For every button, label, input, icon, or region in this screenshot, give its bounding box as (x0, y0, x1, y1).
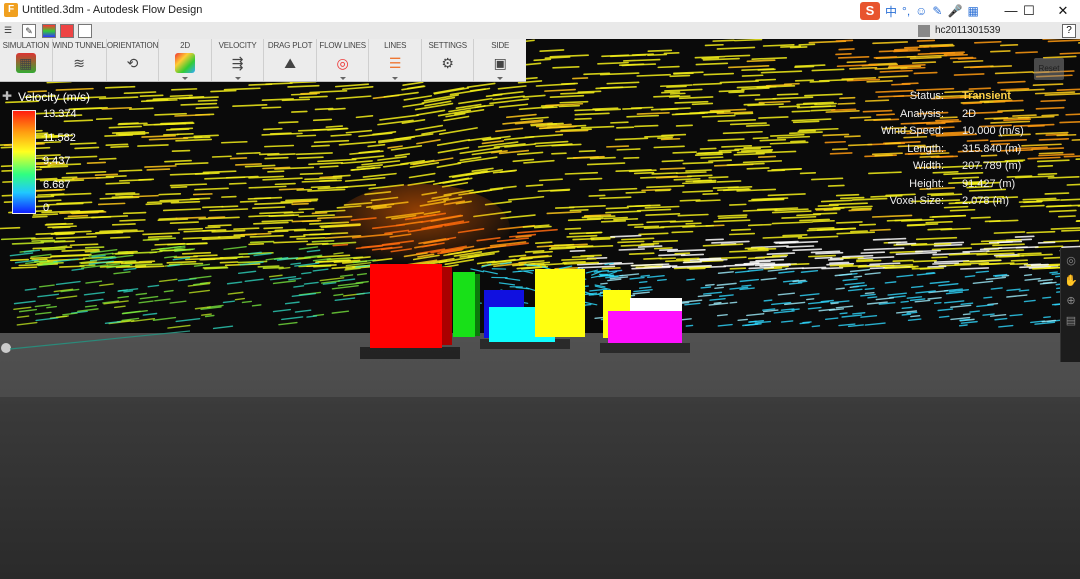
chart-icon[interactable] (60, 24, 74, 38)
side-view-icon: ▣ (493, 55, 507, 71)
fit-icon[interactable]: ▤ (1064, 314, 1078, 328)
velocity-tool[interactable]: VELOCITY ⇶ (212, 39, 265, 81)
ime-handwrite-icon[interactable]: ✎ (932, 4, 942, 18)
2d-tool[interactable]: 2D (159, 39, 212, 81)
legend-title: Velocity (m/s) (18, 90, 91, 104)
height-label: Height: (909, 178, 944, 190)
lines-tool[interactable]: LINES ☰ (369, 39, 422, 81)
legend-tick: 9.437 (43, 155, 71, 167)
color-icon[interactable] (42, 24, 56, 38)
lines-icon: ☰ (388, 55, 402, 71)
orientation-tool[interactable]: ORIENTATION ⟲ (107, 39, 160, 81)
ime-chinese-icon[interactable]: 中 (885, 3, 897, 20)
length-value: 315.840 (m) (962, 143, 1022, 155)
legend-tick: 11.582 (43, 132, 76, 144)
voxel-size-value: 2.078 (m) (962, 195, 1010, 207)
menu-icon[interactable]: ☰ (2, 24, 14, 36)
velocity-colorbar (12, 110, 36, 214)
ime-toolbar: S 中 °, ☺ ✎ 🎤 ▦ (860, 1, 979, 21)
ime-voice-icon[interactable]: 🎤 (947, 4, 962, 18)
width-label: Width: (912, 160, 944, 172)
2d-icon (175, 53, 196, 73)
ime-toolbox-icon[interactable]: ▦ (967, 4, 978, 18)
legend-expand-icon[interactable]: ✚ (2, 89, 12, 103)
status-label: Status: (909, 90, 944, 102)
flow-viewport[interactable] (0, 39, 1080, 579)
flow-lines-tool[interactable]: FLOW LINES ◎ (317, 39, 370, 81)
quick-access-bar: ☰ ✎ hc2011301539 ? (0, 22, 1080, 40)
ime-punctuation-icon[interactable]: °, (902, 4, 910, 18)
height-value: 91.427 (m) (962, 178, 1016, 190)
axis-origin-marker (1, 343, 11, 353)
wind-speed-label: Wind Speed: (881, 125, 944, 137)
wind-tunnel-tool[interactable]: WIND TUNNEL ≋ (53, 39, 107, 81)
drag-plot-tool[interactable]: DRAG PLOT ⛰ (264, 39, 317, 81)
avatar (918, 24, 930, 37)
zoom-icon[interactable]: ⊕ (1064, 294, 1078, 308)
side-view-tool[interactable]: SIDE ▣ (474, 39, 526, 81)
drag-plot-icon: ⛰ (284, 55, 296, 71)
status-value: Transient (962, 90, 1011, 102)
chevron-down-icon (182, 77, 189, 80)
pan-icon[interactable]: ✋ (1064, 274, 1078, 288)
flow-lines-icon: ◎ (336, 55, 349, 71)
chevron-down-icon (339, 77, 346, 80)
help-button[interactable]: ? (1062, 24, 1076, 38)
settings-tool[interactable]: SETTINGS ⚙ (422, 39, 475, 81)
building-yellow (535, 269, 585, 337)
flow-canvas (0, 39, 1080, 579)
legend-tick: 13.374 (43, 108, 77, 120)
width-value: 207.789 (m) (962, 160, 1022, 172)
title-bar: F Untitled.3dm - Autodesk Flow Design S … (0, 0, 1080, 23)
chevron-down-icon (497, 77, 504, 80)
legend-tick: 6.687 (43, 179, 71, 191)
app-logo-icon: F (4, 3, 18, 17)
orbit-icon[interactable]: ◎ (1064, 254, 1078, 268)
wind-tunnel-icon: ≋ (73, 55, 85, 71)
settings-icon: ⚙ (441, 55, 454, 71)
chevron-down-icon (392, 77, 399, 80)
navigation-bar: ◎ ✋ ⊕ ▤ (1060, 248, 1080, 362)
analysis-label: Analysis: (899, 108, 944, 120)
ribbon-toolbar: SIMULATION ▦ WIND TUNNEL ≋ ORIENTATION ⟲… (0, 39, 526, 82)
user-name: hc2011301539 (935, 25, 1001, 36)
building-magenta (608, 311, 682, 343)
ime-logo-icon[interactable]: S (860, 2, 880, 20)
building-green (453, 272, 475, 337)
building-red (370, 264, 442, 348)
velocity-icon: ⇶ (231, 55, 244, 71)
maximize-button[interactable]: ☐ (1012, 0, 1046, 22)
simulation-icon: ▦ (15, 53, 36, 73)
open-icon[interactable]: ✎ (22, 24, 36, 38)
window-icon[interactable] (78, 24, 92, 38)
ime-emoji-icon[interactable]: ☺ (915, 4, 927, 18)
wind-speed-value: 10.000 (m/s) (962, 125, 1024, 137)
orientation-icon: ⟲ (126, 55, 139, 71)
length-label: Length: (907, 143, 944, 155)
chevron-down-icon (234, 77, 241, 80)
user-badge[interactable]: hc2011301539 (918, 24, 1000, 37)
legend-tick: 0 (43, 202, 50, 214)
voxel-size-label: Voxel Size: (889, 195, 944, 207)
analysis-value: 2D (962, 108, 977, 120)
reset-view-button[interactable]: Reset (1034, 58, 1064, 80)
close-button[interactable]: ✕ (1046, 0, 1080, 22)
simulation-tool[interactable]: SIMULATION ▦ (0, 39, 53, 81)
window-title: Untitled.3dm - Autodesk Flow Design (22, 4, 203, 16)
